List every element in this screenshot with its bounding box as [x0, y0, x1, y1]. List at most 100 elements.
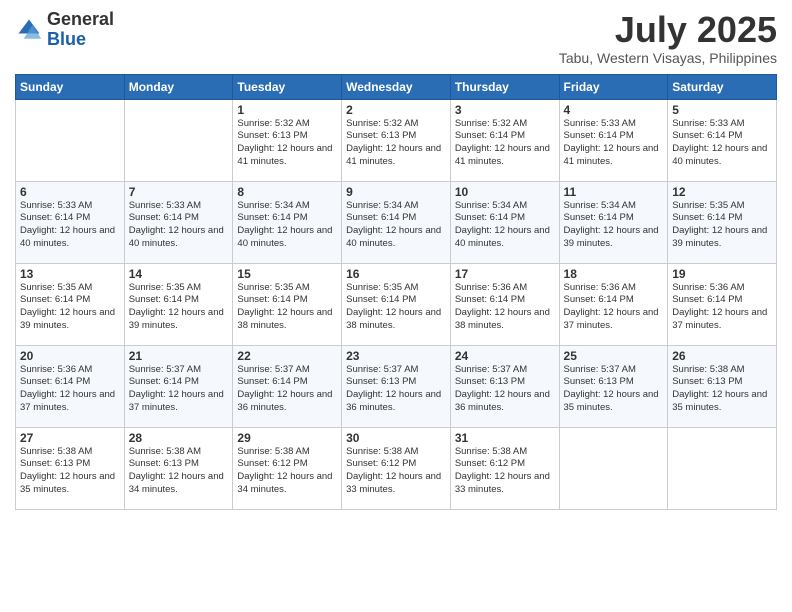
day-number: 26: [672, 349, 772, 363]
dow-header-wednesday: Wednesday: [342, 74, 451, 99]
day-number: 6: [20, 185, 120, 199]
day-number: 20: [20, 349, 120, 363]
day-info: Sunrise: 5:36 AM Sunset: 6:14 PM Dayligh…: [564, 282, 664, 333]
calendar-cell: 2Sunrise: 5:32 AM Sunset: 6:13 PM Daylig…: [342, 99, 451, 181]
day-number: 10: [455, 185, 555, 199]
day-number: 21: [129, 349, 229, 363]
dow-header-tuesday: Tuesday: [233, 74, 342, 99]
calendar-cell: 4Sunrise: 5:33 AM Sunset: 6:14 PM Daylig…: [559, 99, 668, 181]
calendar-cell: 1Sunrise: 5:32 AM Sunset: 6:13 PM Daylig…: [233, 99, 342, 181]
dow-header-saturday: Saturday: [668, 74, 777, 99]
calendar-cell: 7Sunrise: 5:33 AM Sunset: 6:14 PM Daylig…: [124, 181, 233, 263]
day-info: Sunrise: 5:34 AM Sunset: 6:14 PM Dayligh…: [455, 200, 555, 251]
day-info: Sunrise: 5:38 AM Sunset: 6:13 PM Dayligh…: [129, 446, 229, 497]
calendar-cell: 10Sunrise: 5:34 AM Sunset: 6:14 PM Dayli…: [450, 181, 559, 263]
day-number: 7: [129, 185, 229, 199]
day-info: Sunrise: 5:34 AM Sunset: 6:14 PM Dayligh…: [346, 200, 446, 251]
day-number: 18: [564, 267, 664, 281]
calendar-cell: [124, 99, 233, 181]
day-info: Sunrise: 5:33 AM Sunset: 6:14 PM Dayligh…: [672, 118, 772, 169]
calendar-cell: 20Sunrise: 5:36 AM Sunset: 6:14 PM Dayli…: [16, 345, 125, 427]
calendar-cell: 31Sunrise: 5:38 AM Sunset: 6:12 PM Dayli…: [450, 427, 559, 509]
day-info: Sunrise: 5:37 AM Sunset: 6:14 PM Dayligh…: [129, 364, 229, 415]
calendar-cell: 19Sunrise: 5:36 AM Sunset: 6:14 PM Dayli…: [668, 263, 777, 345]
calendar-cell: 17Sunrise: 5:36 AM Sunset: 6:14 PM Dayli…: [450, 263, 559, 345]
day-info: Sunrise: 5:33 AM Sunset: 6:14 PM Dayligh…: [129, 200, 229, 251]
calendar-cell: 15Sunrise: 5:35 AM Sunset: 6:14 PM Dayli…: [233, 263, 342, 345]
dow-header-thursday: Thursday: [450, 74, 559, 99]
day-number: 15: [237, 267, 337, 281]
days-of-week-row: SundayMondayTuesdayWednesdayThursdayFrid…: [16, 74, 777, 99]
day-number: 22: [237, 349, 337, 363]
day-number: 13: [20, 267, 120, 281]
calendar-cell: 27Sunrise: 5:38 AM Sunset: 6:13 PM Dayli…: [16, 427, 125, 509]
day-number: 4: [564, 103, 664, 117]
day-number: 8: [237, 185, 337, 199]
calendar-cell: 11Sunrise: 5:34 AM Sunset: 6:14 PM Dayli…: [559, 181, 668, 263]
day-number: 16: [346, 267, 446, 281]
calendar-table: SundayMondayTuesdayWednesdayThursdayFrid…: [15, 74, 777, 510]
day-number: 31: [455, 431, 555, 445]
calendar-cell: 30Sunrise: 5:38 AM Sunset: 6:12 PM Dayli…: [342, 427, 451, 509]
calendar-cell: 18Sunrise: 5:36 AM Sunset: 6:14 PM Dayli…: [559, 263, 668, 345]
logo-blue-text: Blue: [47, 29, 86, 49]
day-info: Sunrise: 5:38 AM Sunset: 6:13 PM Dayligh…: [672, 364, 772, 415]
calendar-cell: [16, 99, 125, 181]
calendar-cell: 8Sunrise: 5:34 AM Sunset: 6:14 PM Daylig…: [233, 181, 342, 263]
calendar-cell: 23Sunrise: 5:37 AM Sunset: 6:13 PM Dayli…: [342, 345, 451, 427]
day-info: Sunrise: 5:38 AM Sunset: 6:12 PM Dayligh…: [346, 446, 446, 497]
day-number: 24: [455, 349, 555, 363]
day-info: Sunrise: 5:33 AM Sunset: 6:14 PM Dayligh…: [20, 200, 120, 251]
day-number: 12: [672, 185, 772, 199]
week-row-2: 6Sunrise: 5:33 AM Sunset: 6:14 PM Daylig…: [16, 181, 777, 263]
day-info: Sunrise: 5:34 AM Sunset: 6:14 PM Dayligh…: [237, 200, 337, 251]
calendar-cell: 21Sunrise: 5:37 AM Sunset: 6:14 PM Dayli…: [124, 345, 233, 427]
calendar-cell: 26Sunrise: 5:38 AM Sunset: 6:13 PM Dayli…: [668, 345, 777, 427]
day-number: 3: [455, 103, 555, 117]
calendar-cell: 13Sunrise: 5:35 AM Sunset: 6:14 PM Dayli…: [16, 263, 125, 345]
day-number: 25: [564, 349, 664, 363]
day-info: Sunrise: 5:35 AM Sunset: 6:14 PM Dayligh…: [20, 282, 120, 333]
day-info: Sunrise: 5:37 AM Sunset: 6:14 PM Dayligh…: [237, 364, 337, 415]
day-info: Sunrise: 5:38 AM Sunset: 6:12 PM Dayligh…: [455, 446, 555, 497]
calendar-body: 1Sunrise: 5:32 AM Sunset: 6:13 PM Daylig…: [16, 99, 777, 509]
day-info: Sunrise: 5:32 AM Sunset: 6:14 PM Dayligh…: [455, 118, 555, 169]
calendar-cell: 6Sunrise: 5:33 AM Sunset: 6:14 PM Daylig…: [16, 181, 125, 263]
day-info: Sunrise: 5:32 AM Sunset: 6:13 PM Dayligh…: [237, 118, 337, 169]
day-number: 17: [455, 267, 555, 281]
day-number: 29: [237, 431, 337, 445]
day-info: Sunrise: 5:33 AM Sunset: 6:14 PM Dayligh…: [564, 118, 664, 169]
week-row-3: 13Sunrise: 5:35 AM Sunset: 6:14 PM Dayli…: [16, 263, 777, 345]
day-number: 1: [237, 103, 337, 117]
calendar-cell: 25Sunrise: 5:37 AM Sunset: 6:13 PM Dayli…: [559, 345, 668, 427]
title-block: July 2025 Tabu, Western Visayas, Philipp…: [559, 10, 777, 66]
day-info: Sunrise: 5:35 AM Sunset: 6:14 PM Dayligh…: [237, 282, 337, 333]
day-info: Sunrise: 5:38 AM Sunset: 6:13 PM Dayligh…: [20, 446, 120, 497]
day-info: Sunrise: 5:36 AM Sunset: 6:14 PM Dayligh…: [20, 364, 120, 415]
day-info: Sunrise: 5:36 AM Sunset: 6:14 PM Dayligh…: [455, 282, 555, 333]
day-info: Sunrise: 5:37 AM Sunset: 6:13 PM Dayligh…: [455, 364, 555, 415]
day-number: 2: [346, 103, 446, 117]
day-number: 23: [346, 349, 446, 363]
day-info: Sunrise: 5:35 AM Sunset: 6:14 PM Dayligh…: [672, 200, 772, 251]
week-row-1: 1Sunrise: 5:32 AM Sunset: 6:13 PM Daylig…: [16, 99, 777, 181]
day-info: Sunrise: 5:34 AM Sunset: 6:14 PM Dayligh…: [564, 200, 664, 251]
calendar-cell: [559, 427, 668, 509]
day-info: Sunrise: 5:37 AM Sunset: 6:13 PM Dayligh…: [346, 364, 446, 415]
day-number: 28: [129, 431, 229, 445]
calendar-cell: 9Sunrise: 5:34 AM Sunset: 6:14 PM Daylig…: [342, 181, 451, 263]
calendar-cell: [668, 427, 777, 509]
calendar-cell: 24Sunrise: 5:37 AM Sunset: 6:13 PM Dayli…: [450, 345, 559, 427]
day-number: 30: [346, 431, 446, 445]
location-subtitle: Tabu, Western Visayas, Philippines: [559, 50, 777, 66]
calendar-cell: 28Sunrise: 5:38 AM Sunset: 6:13 PM Dayli…: [124, 427, 233, 509]
week-row-4: 20Sunrise: 5:36 AM Sunset: 6:14 PM Dayli…: [16, 345, 777, 427]
day-info: Sunrise: 5:32 AM Sunset: 6:13 PM Dayligh…: [346, 118, 446, 169]
calendar-cell: 5Sunrise: 5:33 AM Sunset: 6:14 PM Daylig…: [668, 99, 777, 181]
day-info: Sunrise: 5:35 AM Sunset: 6:14 PM Dayligh…: [129, 282, 229, 333]
logo: General Blue: [15, 10, 114, 50]
calendar-cell: 16Sunrise: 5:35 AM Sunset: 6:14 PM Dayli…: [342, 263, 451, 345]
logo-general-text: General: [47, 9, 114, 29]
dow-header-sunday: Sunday: [16, 74, 125, 99]
day-number: 14: [129, 267, 229, 281]
